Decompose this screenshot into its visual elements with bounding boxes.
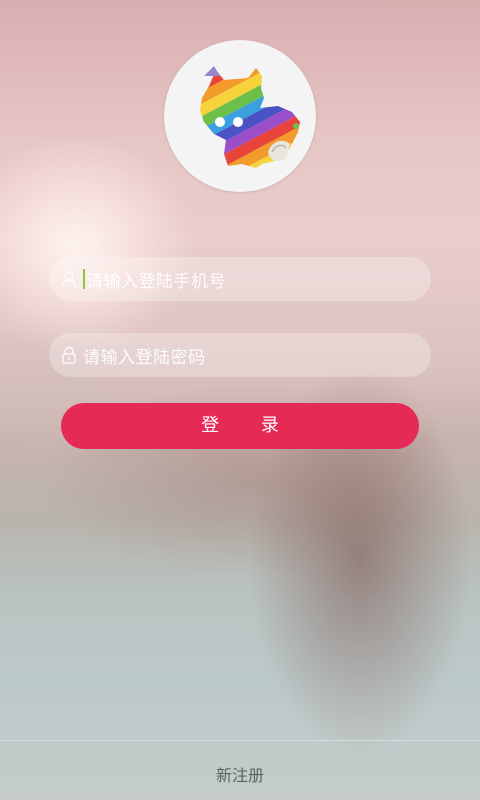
app-logo: [164, 40, 316, 192]
password-input[interactable]: 请输入登陆密码: [49, 333, 431, 377]
footer-bar: 新注册: [0, 740, 480, 800]
register-link[interactable]: 新注册: [0, 762, 480, 786]
rainbow-calf-logo-icon: [200, 66, 300, 168]
text-cursor: [83, 269, 85, 289]
lock-icon: [61, 346, 77, 364]
phone-input[interactable]: 请输入登陆手机号: [49, 257, 431, 301]
user-icon: [61, 270, 77, 288]
login-button[interactable]: 登 录: [61, 403, 419, 449]
password-input-placeholder: 请输入登陆密码: [83, 347, 206, 368]
login-screen: 请输入登陆手机号 请输入登陆密码 登 录 新注册: [0, 0, 480, 800]
phone-input-placeholder: 请输入登陆手机号: [86, 271, 226, 292]
